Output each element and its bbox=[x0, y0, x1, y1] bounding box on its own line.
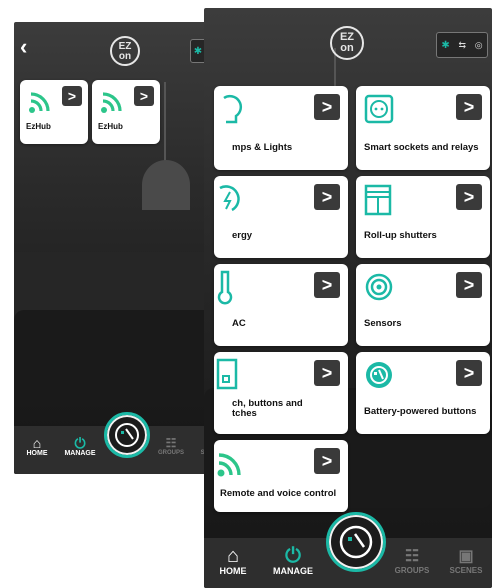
wifi-icon bbox=[101, 92, 122, 113]
main-action-button[interactable] bbox=[104, 412, 150, 458]
category-label: Remote and voice control bbox=[220, 488, 337, 499]
category-card-hvac[interactable]: > AC bbox=[214, 264, 348, 346]
open-category-button[interactable]: > bbox=[456, 360, 482, 386]
socket-icon bbox=[364, 94, 394, 124]
category-card-shutters[interactable]: > Roll-up shutters bbox=[356, 176, 490, 258]
category-label: Smart sockets and relays bbox=[364, 142, 479, 153]
connection-status[interactable]: ✱ ⇆ ◎ bbox=[436, 32, 488, 58]
hub-card[interactable]: > EzHub bbox=[20, 80, 88, 144]
ezon-logo: EZ on bbox=[110, 36, 140, 66]
scenes-icon: ▣ bbox=[458, 548, 474, 565]
bulb-icon bbox=[223, 94, 243, 124]
home-icon: ⌂ bbox=[226, 545, 240, 567]
category-label: Roll-up shutters bbox=[364, 230, 437, 241]
open-category-button[interactable]: > bbox=[456, 272, 482, 298]
main-action-button[interactable] bbox=[326, 512, 386, 572]
category-label: ch, buttons and tches bbox=[232, 398, 303, 419]
tab-manage[interactable]: ⏻ MANAGE bbox=[62, 436, 98, 457]
wifi-icon bbox=[29, 92, 50, 113]
home-icon: ⌂ bbox=[32, 435, 42, 451]
open-category-button[interactable]: > bbox=[456, 94, 482, 120]
category-label: Sensors bbox=[364, 318, 402, 329]
ezon-play-icon bbox=[115, 423, 139, 447]
category-label: ergy bbox=[232, 230, 253, 241]
tab-bar: ⌂ HOME ⏻ MANAGE ☷ GROUPS ▣ SCENES bbox=[14, 412, 235, 474]
globe-icon: ◎ bbox=[474, 39, 483, 50]
tab-home[interactable]: ⌂ HOME bbox=[22, 436, 52, 457]
category-card-sensors[interactable]: > Sensors bbox=[356, 264, 490, 346]
hub-card[interactable]: > EzHub bbox=[92, 80, 160, 144]
category-label: AC bbox=[232, 318, 246, 329]
sensor-icon bbox=[365, 273, 393, 301]
ezon-logo: EZ on bbox=[330, 26, 364, 60]
tab-groups[interactable]: ☷ GROUPS bbox=[154, 436, 188, 456]
shutter-icon bbox=[364, 184, 392, 216]
category-label: mps & Lights bbox=[232, 142, 293, 153]
category-label: Battery-powered buttons bbox=[364, 406, 477, 417]
tab-manage[interactable]: ⏻ MANAGE bbox=[270, 546, 316, 576]
category-card-switches[interactable]: > ch, buttons and tches bbox=[214, 352, 348, 434]
bluetooth-icon: ✱ bbox=[441, 39, 450, 51]
open-category-button[interactable]: > bbox=[314, 94, 340, 120]
energy-icon bbox=[219, 185, 240, 212]
category-card-lights[interactable]: > mps & Lights bbox=[214, 86, 348, 170]
open-category-button[interactable]: > bbox=[314, 272, 340, 298]
tab-home[interactable]: ⌂ HOME bbox=[214, 546, 252, 576]
power-icon: ⏻ bbox=[74, 435, 86, 451]
front-phone-screen: EZ on ✱ ⇆ ◎ > mps & Lights > Smart socket… bbox=[204, 8, 492, 588]
tab-scenes[interactable]: ▣ SCENES bbox=[444, 548, 488, 575]
category-card-energy[interactable]: > ergy bbox=[214, 176, 348, 258]
switch-icon bbox=[216, 358, 238, 390]
category-card-remote[interactable]: > Remote and voice control bbox=[214, 440, 348, 512]
hub-label: EzHub bbox=[26, 122, 51, 131]
open-hub-button[interactable]: > bbox=[62, 86, 82, 106]
open-category-button[interactable]: > bbox=[314, 360, 340, 386]
ezon-play-icon bbox=[339, 525, 373, 559]
groups-icon: ☷ bbox=[165, 436, 177, 450]
category-card-sockets[interactable]: > Smart sockets and relays bbox=[356, 86, 490, 170]
battery-button-icon bbox=[366, 362, 392, 388]
thermometer-icon bbox=[217, 270, 233, 305]
power-icon: ⏻ bbox=[285, 545, 301, 567]
tab-groups[interactable]: ☷ GROUPS bbox=[390, 548, 434, 575]
hub-label: EzHub bbox=[98, 122, 123, 131]
pendant-lamp-decoration bbox=[164, 82, 166, 162]
sync-icon: ⇆ bbox=[458, 39, 467, 50]
sofa-decoration bbox=[14, 310, 235, 390]
groups-icon: ☷ bbox=[404, 548, 420, 565]
open-category-button[interactable]: > bbox=[314, 184, 340, 210]
open-hub-button[interactable]: > bbox=[134, 86, 154, 106]
remote-wifi-icon bbox=[217, 453, 241, 477]
back-phone-screen: ‹ EZon ✱ ⇆ ◎ > EzHub > EzHub ⌂ HOME ⏻ MA… bbox=[14, 22, 235, 474]
bluetooth-icon: ✱ bbox=[193, 45, 203, 57]
tab-bar: ⌂ HOME ⏻ MANAGE ☷ GROUPS ▣ SCENES bbox=[204, 512, 492, 588]
back-icon[interactable]: ‹ bbox=[20, 34, 27, 60]
open-category-button[interactable]: > bbox=[314, 448, 340, 474]
category-card-battery-buttons[interactable]: > Battery-powered buttons bbox=[356, 352, 490, 434]
open-category-button[interactable]: > bbox=[456, 184, 482, 210]
